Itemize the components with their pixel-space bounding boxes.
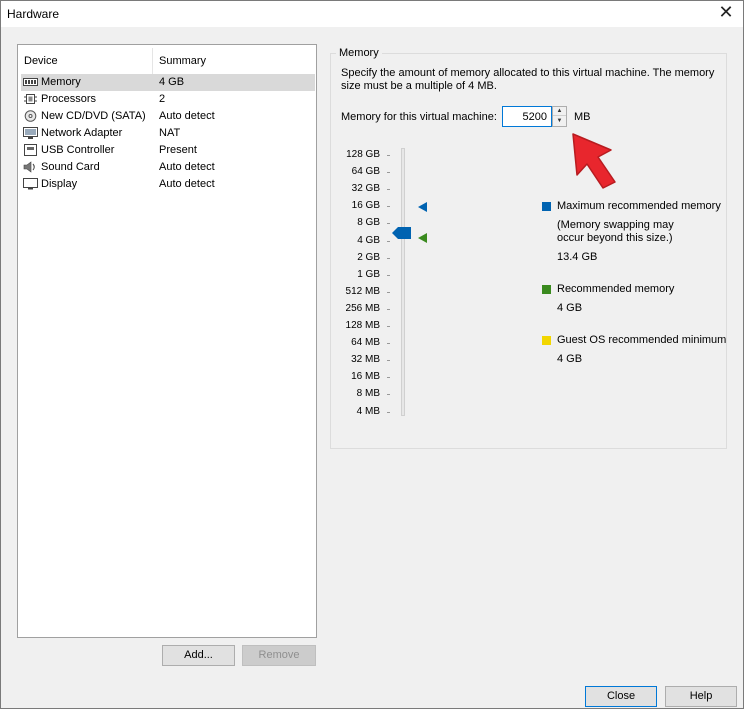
scale-tick-label: 16 MB: [351, 371, 380, 382]
device-summary: NAT: [159, 127, 181, 139]
scale-tick-mark: [387, 292, 390, 293]
device-row-sound-card[interactable]: Sound Card Auto detect: [21, 159, 315, 176]
scale-tick-mark: [387, 155, 390, 156]
device-name: New CD/DVD (SATA): [41, 110, 146, 122]
device-row-memory[interactable]: Memory 4 GB: [21, 74, 315, 91]
memory-description: Specify the amount of memory allocated t…: [341, 67, 715, 92]
memory-unit-label: MB: [574, 111, 591, 123]
scale-tick-label: 512 MB: [345, 286, 380, 297]
device-summary: 4 GB: [159, 76, 185, 88]
display-icon: [23, 178, 38, 190]
device-row-display[interactable]: Display Auto detect: [21, 176, 315, 193]
guest-min-swatch: [542, 336, 551, 345]
scale-tick-label: 1 GB: [357, 269, 380, 280]
max-recommended-note: (Memory swapping may occur beyond this s…: [557, 219, 674, 244]
recommended-swatch: [542, 285, 551, 294]
scale-tick-label: 128 GB: [346, 149, 380, 160]
device-name: Network Adapter: [41, 127, 123, 139]
memory-field-label: Memory for this virtual machine:: [341, 111, 497, 123]
close-button[interactable]: Close: [585, 686, 657, 707]
scale-tick-mark: [387, 412, 390, 413]
memory-spinner: ▲ ▼: [552, 106, 567, 127]
memory-group-label: Memory: [336, 47, 382, 59]
device-name: Memory: [41, 76, 81, 88]
device-row-cd-dvd[interactable]: New CD/DVD (SATA) Auto detect: [21, 108, 315, 125]
device-summary: Present: [159, 144, 197, 156]
device-list: Device Summary Memory 4 GB Processors 2 …: [17, 44, 317, 638]
device-row-processors[interactable]: Processors 2: [21, 91, 315, 108]
scale-tick-label: 8 MB: [356, 388, 380, 399]
remove-device-button[interactable]: Remove: [242, 645, 316, 666]
cd-dvd-icon: [24, 110, 37, 122]
device-summary: Auto detect: [159, 161, 215, 173]
scale-tick-mark: [387, 377, 390, 378]
guest-min-label: Guest OS recommended minimum: [557, 334, 727, 346]
guest-min-value: 4 GB: [557, 353, 583, 365]
scale-tick-label: 32 GB: [351, 183, 380, 194]
recommended-marker-icon: [418, 233, 427, 243]
device-row-usb-controller[interactable]: USB Controller Present: [21, 142, 315, 159]
scale-tick-mark: [387, 172, 390, 173]
scale-tick-mark: [387, 241, 390, 242]
network-adapter-icon: [23, 127, 38, 139]
close-window-icon[interactable]: ✕: [715, 3, 737, 25]
scale-tick-label: 64 MB: [351, 337, 380, 348]
memory-slider-track[interactable]: [401, 148, 405, 416]
scale-tick-label: 2 GB: [357, 252, 380, 263]
memory-icon: [23, 78, 38, 86]
device-row-network-adapter[interactable]: Network Adapter NAT: [21, 125, 315, 142]
max-recommended-value: 13.4 GB: [557, 251, 598, 263]
device-name: Sound Card: [41, 161, 100, 173]
spin-up-arrow-icon[interactable]: ▲: [553, 107, 566, 116]
max-recommended-label: Maximum recommended memory: [557, 200, 721, 212]
recommended-label: Recommended memory: [557, 283, 675, 295]
memory-slider-thumb[interactable]: [392, 226, 412, 240]
scale-tick-mark: [387, 309, 390, 310]
scale-tick-label: 128 MB: [345, 320, 380, 331]
recommended-value: 4 GB: [557, 302, 583, 314]
scale-tick-label: 16 GB: [351, 200, 380, 211]
scale-tick-mark: [387, 223, 390, 224]
device-summary: Auto detect: [159, 110, 215, 122]
scale-tick-label: 4 MB: [356, 406, 380, 417]
title-bar: Hardware ✕: [1, 1, 743, 27]
scale-tick-label: 8 GB: [357, 217, 380, 228]
device-list-header: Device Summary: [18, 45, 316, 74]
scale-tick-label: 4 GB: [357, 235, 380, 246]
device-summary: 2: [159, 93, 166, 105]
spin-down-arrow-icon[interactable]: ▼: [553, 117, 566, 126]
scale-tick-label: 32 MB: [351, 354, 380, 365]
scale-tick-mark: [387, 394, 390, 395]
device-name: Display: [41, 178, 78, 190]
memory-size-input[interactable]: [502, 106, 552, 127]
device-summary: Auto detect: [159, 178, 215, 190]
help-button[interactable]: Help: [665, 686, 737, 707]
device-name: Processors: [41, 93, 97, 105]
scale-tick-mark: [387, 206, 390, 207]
max-recommended-swatch: [542, 202, 551, 211]
window-title: Hardware: [7, 7, 60, 21]
scale-tick-label: 256 MB: [345, 303, 380, 314]
scale-tick-mark: [387, 189, 390, 190]
scale-tick-mark: [387, 343, 390, 344]
scale-tick-label: 64 GB: [351, 166, 380, 177]
pointer-arrow-icon: [572, 133, 616, 189]
scale-tick-mark: [387, 326, 390, 327]
usb-icon: [24, 144, 37, 156]
sound-card-icon: [23, 161, 35, 173]
column-separator: [152, 48, 153, 74]
scale-tick-mark: [387, 275, 390, 276]
column-device[interactable]: Device: [24, 55, 58, 67]
scale-tick-mark: [387, 258, 390, 259]
device-name: USB Controller: [41, 144, 115, 156]
add-device-button[interactable]: Add...: [162, 645, 235, 666]
max-recommended-marker-icon: [418, 202, 427, 212]
column-summary[interactable]: Summary: [159, 55, 206, 67]
scale-tick-mark: [387, 360, 390, 361]
processor-icon: [24, 94, 37, 104]
